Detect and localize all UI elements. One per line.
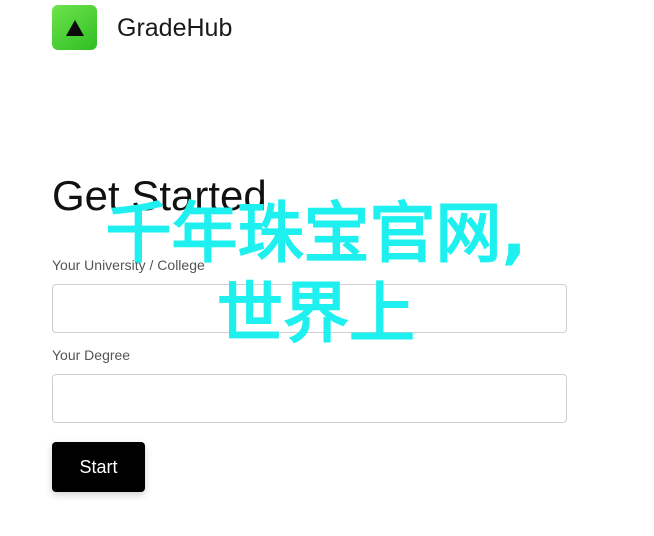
university-label: Your University / College [52,257,205,273]
degree-label: Your Degree [52,347,131,363]
degree-input[interactable] [52,374,567,423]
start-button[interactable]: Start [52,442,145,492]
app-logo[interactable] [52,5,97,50]
page: GradeHub Get Started Your University / C… [0,0,654,536]
university-input[interactable] [52,284,567,333]
triangle-up-icon [65,19,84,36]
app-name: GradeHub [117,14,233,42]
page-title: Get Started [52,172,267,219]
